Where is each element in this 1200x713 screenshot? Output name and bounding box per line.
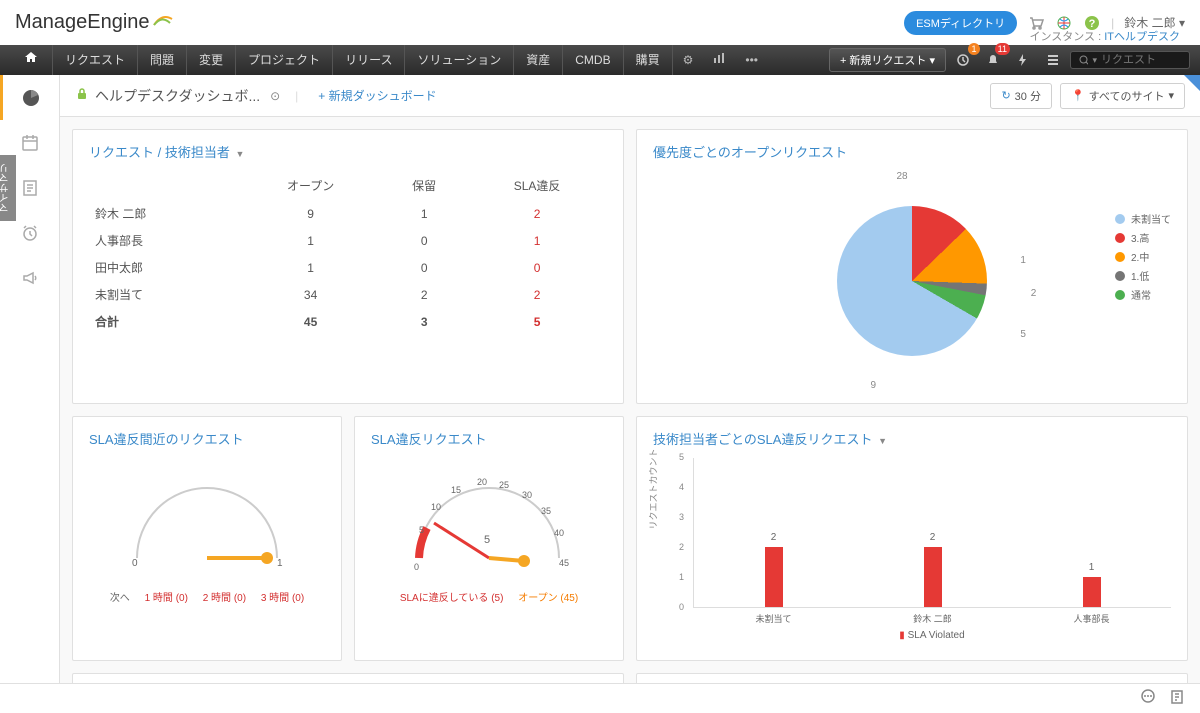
sidebar-dashboard-icon[interactable] [0,75,59,120]
chat-icon[interactable] [1139,688,1157,709]
nav-solutions[interactable]: ソリューション [405,45,514,75]
nav-cmdb[interactable]: CMDB [563,45,623,75]
svg-text:1: 1 [277,558,283,569]
more-icon[interactable]: ••• [735,45,768,75]
bar-legend: ▮ SLA Violated [693,630,1171,641]
table-row[interactable]: 田中太郎100 [89,254,607,281]
logo-engine: Engine [87,11,149,34]
table-row[interactable]: 人事部長101 [89,227,607,254]
bar[interactable]: 2未割当て [765,547,783,607]
recent-icon[interactable]: 1 [950,49,976,71]
list-icon[interactable] [1040,49,1066,71]
gear-icon[interactable]: ⚙ [673,45,704,75]
widget-sla-violated: SLA違反リクエスト 0 5 10 15 20 25 30 35 40 [354,416,624,661]
svg-text:35: 35 [541,506,551,516]
gauge-legend: 次へ 1 時間 (0) 2 時間 (0) 3 時間 (0) [89,589,325,604]
pin-icon: 📍 [1071,89,1085,102]
widget-title[interactable]: リクエスト / 技術担当者 ▼ [89,142,607,161]
svg-text:0: 0 [414,562,419,572]
bar-ylabel: リクエストカウント [647,448,660,529]
logo-swoosh-icon [152,11,174,35]
widget-priority-open: 優先度ごとのオープンリクエスト 28 1 2 5 9 未割当て 3.高 2.中 … [636,129,1188,404]
bolt-icon[interactable] [1010,49,1036,71]
pie-legend: 未割当て 3.高 2.中 1.低 通常 [1115,211,1171,306]
nav-assets[interactable]: 資産 [514,45,563,75]
bar[interactable]: 2鈴木 二郎 [924,547,942,607]
refresh-icon: ↻ [1001,89,1010,102]
svg-text:5: 5 [419,525,424,535]
svg-text:45: 45 [559,558,569,568]
pie-chart[interactable] [837,206,987,356]
widget-sla-near: SLA違反間近のリクエスト 0 1 次へ 1 時間 (0) 2 時間 (0) 3… [72,416,342,661]
refresh-interval[interactable]: ↻30 分 [990,83,1052,109]
svg-text:25: 25 [499,480,509,490]
nav-releases[interactable]: リリース [333,45,405,75]
dashboard-dropdown[interactable]: ⊙ [270,89,280,103]
corner-ribbon[interactable] [1184,75,1200,91]
note-icon[interactable] [1169,689,1185,708]
lock-icon [75,87,89,104]
nav-requests[interactable]: リクエスト [53,45,138,75]
widget-requests-by-tech: リクエスト / 技術担当者 ▼ オープン 保留 SLA違反 鈴木 二郎912 人… [72,129,624,404]
widget-mode-open: モードごとのオープンリクエスト ▼ [636,673,1188,683]
svg-text:0: 0 [132,558,138,569]
table-row[interactable]: 未割当て3422 [89,281,607,308]
dashboard-title: ヘルプデスクダッシュボ... [95,86,260,106]
sidebar-announce-icon[interactable] [0,255,59,300]
svg-text:15: 15 [451,485,461,495]
search-box[interactable]: ▾ [1070,51,1190,69]
bar[interactable]: 1人事部長 [1083,577,1101,607]
bell-icon[interactable]: 11 [980,49,1006,71]
new-dashboard-link[interactable]: + 新規ダッシュボード [318,87,436,104]
widget-title[interactable]: 技術担当者ごとのSLA違反リクエスト ▼ [653,429,1171,448]
site-selector[interactable]: 📍すべてのサイト ▾ [1060,83,1185,109]
gauge-chart[interactable]: 0 5 10 15 20 25 30 35 40 45 5 [389,458,589,578]
separator: | [295,89,298,103]
nav-projects[interactable]: プロジェクト [236,45,333,75]
reports-icon[interactable] [703,45,735,75]
instance-label: インスタンス : ITヘルプデスク [1029,28,1180,44]
bar-chart[interactable]: 0 1 2 3 4 5 2未割当て 2鈴木 二郎 1人事部長 [693,458,1171,608]
search-input[interactable] [1101,54,1181,66]
gauge-legend: SLAに違反している (5) オープン (45) [371,589,607,604]
table-row-total: 合計4535 [89,308,607,335]
new-request-button[interactable]: + 新規リクエスト ▾ [829,48,946,72]
logo[interactable]: ManageEngine [15,11,174,35]
widget-title[interactable]: SLA違反間近のリクエスト [89,429,325,448]
svg-text:20: 20 [477,477,487,487]
svg-text:40: 40 [554,528,564,538]
nav-home[interactable] [10,45,53,75]
badge-notif: 11 [995,43,1010,55]
instance-link[interactable]: ITヘルプデスク [1104,31,1180,43]
gauge-chart[interactable]: 0 1 [107,458,307,578]
svg-text:5: 5 [484,534,490,546]
widget-last-week: 先週のリクエスト ▼ [72,673,624,683]
badge-recent: 1 [968,43,980,55]
logo-manage: Manage [15,11,87,34]
svg-text:10: 10 [431,502,441,512]
widget-title[interactable]: 優先度ごとのオープンリクエスト [653,142,1171,161]
nav-purchase[interactable]: 購買 [624,45,673,75]
nav-problems[interactable]: 問題 [138,45,187,75]
sidebar-tab-summary[interactable]: マイサマリ [0,155,16,221]
nav-changes[interactable]: 変更 [187,45,236,75]
widget-sla-by-tech: 技術担当者ごとのSLA違反リクエスト ▼ リクエストカウント 0 1 2 3 4… [636,416,1188,661]
esm-directory-button[interactable]: ESMディレクトリ [904,11,1017,35]
requests-table: オープン 保留 SLA違反 鈴木 二郎912 人事部長101 田中太郎100 未… [89,171,607,335]
widget-title[interactable]: SLA違反リクエスト [371,429,607,448]
svg-text:30: 30 [522,490,532,500]
table-row[interactable]: 鈴木 二郎912 [89,200,607,227]
